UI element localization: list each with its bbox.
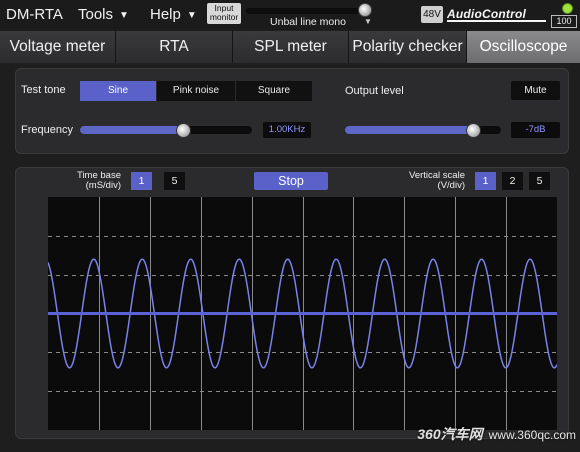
frequency-readout: 1.00KHz xyxy=(263,122,311,138)
chevron-down-icon: ▼ xyxy=(364,17,372,26)
watermark-logo: 360汽车网 xyxy=(417,426,483,442)
tab-voltage-meter[interactable]: Voltage meter xyxy=(0,31,116,63)
stop-button[interactable]: Stop xyxy=(254,172,328,190)
tone-option-sine[interactable]: Sine xyxy=(80,81,156,101)
app-title: DM-RTA xyxy=(6,6,63,23)
vertical-scale-option-1[interactable]: 1 xyxy=(475,172,496,190)
help-menu-label: Help xyxy=(150,6,181,23)
monitor-level-slider[interactable] xyxy=(246,8,370,14)
help-menu[interactable]: Help ▼ xyxy=(150,0,197,31)
time-base-label: Time base (mS/div) xyxy=(77,170,121,191)
watermark-url: www.360qc.com xyxy=(488,428,576,442)
tools-menu[interactable]: Tools ▼ xyxy=(78,0,129,31)
test-tone-label: Test tone xyxy=(21,84,66,96)
status-indicator-icon xyxy=(562,3,573,14)
tab-polarity-checker[interactable]: Polarity checker xyxy=(349,31,467,63)
frequency-label: Frequency xyxy=(21,124,73,136)
oscilloscope-screen xyxy=(48,197,557,430)
time-base-option-5[interactable]: 5 xyxy=(164,172,185,190)
oscilloscope-graticule xyxy=(48,197,557,430)
chevron-down-icon: ▼ xyxy=(186,10,197,21)
mute-button[interactable]: Mute xyxy=(511,81,560,100)
phantom-power-button[interactable]: 48V xyxy=(421,6,443,23)
tab-rta[interactable]: RTA xyxy=(116,31,233,63)
tone-option-square[interactable]: Square xyxy=(236,81,312,101)
tone-option-pink-noise[interactable]: Pink noise xyxy=(157,81,235,101)
chevron-down-icon: ▼ xyxy=(119,10,129,21)
tools-menu-label: Tools xyxy=(78,6,114,23)
output-level-readout: -7dB xyxy=(511,122,560,138)
output-level-slider-fill xyxy=(345,126,473,134)
tab-spl-meter[interactable]: SPL meter xyxy=(233,31,349,63)
vertical-scale-label: Vertical scale (V/div) xyxy=(409,170,465,191)
time-base-option-1[interactable]: 1 xyxy=(131,172,152,190)
output-level-label: Output level xyxy=(345,85,404,97)
brand-logo-underline xyxy=(447,20,546,22)
vertical-scale-option-5[interactable]: 5 xyxy=(529,172,550,190)
output-level-slider-knob[interactable] xyxy=(466,123,481,138)
tab-oscilloscope[interactable]: Oscilloscope xyxy=(467,31,580,63)
vertical-scale-option-2[interactable]: 2 xyxy=(502,172,523,190)
frequency-slider-knob[interactable] xyxy=(176,123,191,138)
frequency-slider-fill xyxy=(80,126,183,134)
tab-bar: Voltage meter RTA SPL meter Polarity che… xyxy=(0,31,580,63)
input-monitor-button[interactable]: Input monitor xyxy=(207,3,241,24)
monitor-source-select[interactable]: Unbal line mono xyxy=(246,15,370,29)
watermark: 360汽车网 www.360qc.com xyxy=(386,423,576,445)
battery-indicator: 100 xyxy=(551,15,577,28)
